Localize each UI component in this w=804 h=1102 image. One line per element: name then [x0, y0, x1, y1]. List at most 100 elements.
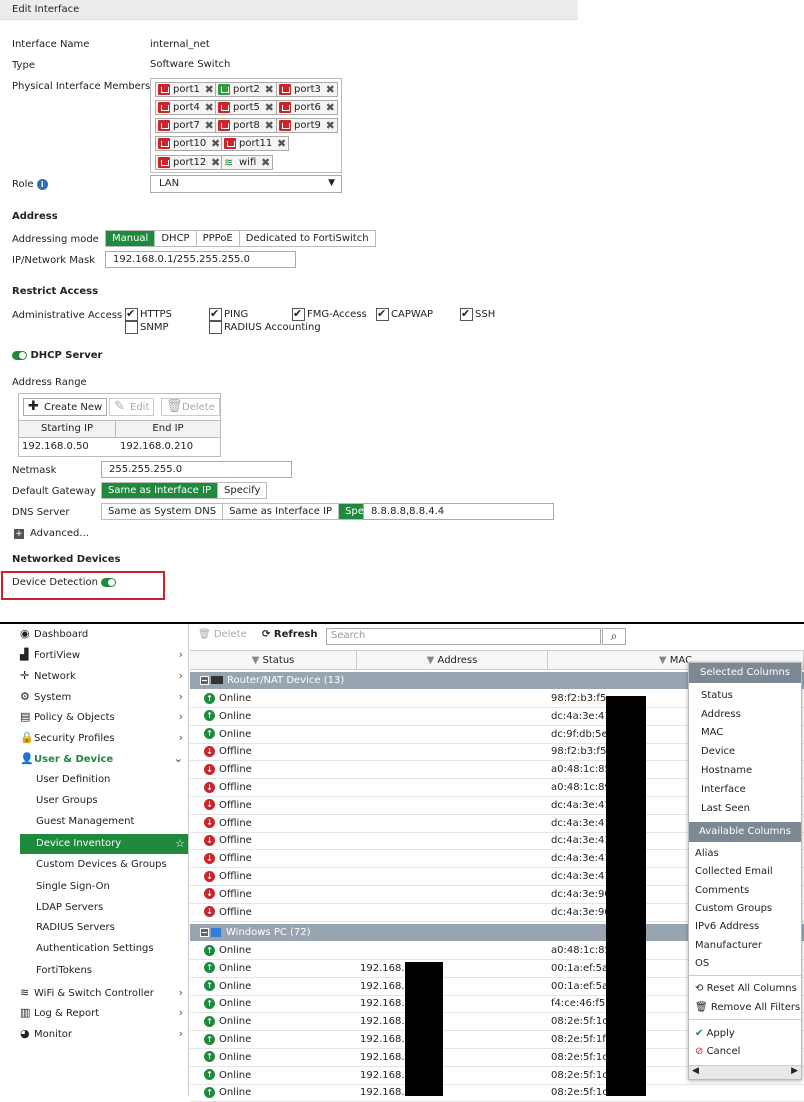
star-icon[interactable]: ☆	[175, 834, 185, 854]
mode-manual[interactable]: Manual	[106, 231, 156, 246]
member-chip[interactable]: port4 ✖	[155, 100, 217, 115]
remove-icon[interactable]: ✖	[205, 101, 214, 114]
toolbar-delete-button[interactable]: 🗑 Delete	[198, 627, 247, 645]
remove-icon[interactable]: ✖	[265, 119, 274, 132]
member-chip[interactable]: port2 ✖	[215, 82, 277, 97]
search-button[interactable]: ⌕	[602, 628, 626, 645]
search-input[interactable]: Search	[326, 628, 601, 645]
selected-column-item[interactable]: Last Seen	[701, 803, 750, 814]
sidebar-item-user-definition[interactable]: User Definition	[36, 770, 188, 790]
mode-dhcp[interactable]: DHCP	[155, 231, 197, 246]
filter-icon[interactable]: ▼	[659, 655, 667, 666]
filter-icon[interactable]: ▼	[427, 655, 435, 666]
sidebar-item-fortitokens[interactable]: FortiTokens	[36, 961, 188, 981]
available-column-item[interactable]: Collected Email	[695, 866, 773, 877]
member-chip[interactable]: port9 ✖	[276, 118, 338, 133]
sidebar-item-wifi-switch[interactable]: ≋ WiFi & Switch Controller ›	[20, 983, 186, 1003]
delete-button[interactable]: 🗑 Delete	[161, 398, 220, 416]
ping-checkbox[interactable]: PING	[209, 307, 248, 321]
remove-icon[interactable]: ✖	[205, 83, 214, 96]
filter-icon[interactable]: ▼	[252, 655, 260, 666]
sidebar-item-dashboard[interactable]: ◉ Dashboard	[20, 624, 186, 644]
selected-column-item[interactable]: Device	[701, 746, 735, 757]
member-chip[interactable]: port10 ✖	[155, 136, 224, 151]
create-new-button[interactable]: ✚ Create New	[23, 398, 108, 416]
dns-same-as-interface[interactable]: Same as Interface IP	[223, 504, 340, 519]
member-chip[interactable]: port1 ✖	[155, 82, 217, 97]
remove-icon[interactable]: ✖	[326, 101, 335, 114]
sidebar-item-monitor[interactable]: ◕ Monitor ›	[20, 1024, 186, 1044]
panel-scrollbar[interactable]: ◀ ▶	[689, 1065, 801, 1079]
members-box[interactable]: port1 ✖ port2 ✖ port3 ✖ port4 ✖ port5 ✖ port6…	[150, 78, 342, 173]
gateway-specify[interactable]: Specify	[218, 483, 267, 498]
member-chip[interactable]: port11 ✖	[221, 136, 290, 151]
dns-same-as-system[interactable]: Same as System DNS	[102, 504, 224, 519]
sidebar-item-user-device[interactable]: 👤User & Device ⌄	[20, 749, 186, 769]
sidebar-item-fortiview[interactable]: ▟ FortiView ›	[20, 645, 186, 665]
sidebar-item-device-inventory[interactable]: Device Inventory ☆	[20, 834, 188, 854]
snmp-checkbox[interactable]: SNMP	[125, 321, 169, 334]
edit-button[interactable]: ✎ Edit	[109, 398, 155, 416]
available-column-item[interactable]: Custom Groups	[695, 903, 772, 914]
advanced-expander[interactable]: + Advanced...	[14, 528, 89, 539]
dns-toggle[interactable]: Same as System DNS Same as Interface IP …	[101, 503, 389, 520]
fmg-access-checkbox[interactable]: FMG-Access	[292, 307, 367, 321]
sidebar-item-log-report[interactable]: ▥ Log & Report ›	[20, 1003, 186, 1023]
ip-mask-input[interactable]: 192.168.0.1/255.255.255.0	[105, 251, 296, 268]
mode-pppoe[interactable]: PPPoE	[196, 231, 240, 246]
scroll-right-icon[interactable]: ▶	[791, 1066, 798, 1076]
remove-icon[interactable]: ✖	[277, 137, 286, 150]
netmask-input[interactable]: 255.255.255.0	[101, 461, 292, 478]
selected-column-item[interactable]: MAC	[701, 727, 723, 738]
remove-filters-button[interactable]: 🗑 Remove All Filters	[695, 1002, 800, 1013]
role-select[interactable]: LAN ▼	[150, 175, 342, 193]
dns-input[interactable]: 8.8.8.8,8.8.4.4	[363, 503, 554, 520]
sidebar-item-guest-management[interactable]: Guest Management	[36, 812, 188, 832]
info-icon[interactable]: i	[36, 179, 48, 190]
ssh-checkbox[interactable]: SSH	[460, 307, 495, 321]
sidebar-item-policy[interactable]: ▤ Policy & Objects ›	[20, 707, 186, 727]
remove-icon[interactable]: ✖	[211, 156, 220, 169]
remove-icon[interactable]: ✖	[261, 156, 270, 169]
member-chip[interactable]: ≋ wifi ✖	[221, 155, 274, 170]
gateway-toggle[interactable]: Same as Interface IP Specify	[101, 482, 268, 499]
available-column-item[interactable]: OS	[695, 958, 709, 969]
collapse-icon[interactable]	[200, 927, 209, 937]
remove-icon[interactable]: ✖	[326, 119, 335, 132]
end-ip-header[interactable]: End IP	[116, 420, 220, 438]
sidebar-item-system[interactable]: ⚙ System ›	[20, 687, 186, 707]
dhcp-toggle[interactable]	[12, 350, 27, 360]
sidebar-item-ldap[interactable]: LDAP Servers	[36, 898, 188, 918]
cancel-button[interactable]: ⊘ Cancel	[695, 1046, 740, 1057]
selected-column-item[interactable]: Address	[701, 709, 741, 720]
member-chip[interactable]: port7 ✖	[155, 118, 217, 133]
capwap-checkbox[interactable]: CAPWAP	[376, 307, 433, 321]
addressing-mode-toggle[interactable]: Manual DHCP PPPoE Dedicated to FortiSwit…	[105, 230, 376, 247]
member-chip[interactable]: port12 ✖	[155, 155, 224, 170]
sidebar-item-radius[interactable]: RADIUS Servers	[36, 918, 188, 938]
member-chip[interactable]: port5 ✖	[215, 100, 277, 115]
remove-icon[interactable]: ✖	[265, 83, 274, 96]
starting-ip-header[interactable]: Starting IP	[19, 420, 116, 438]
available-column-item[interactable]: IPv6 Address	[695, 921, 759, 932]
selected-column-item[interactable]: Interface	[701, 784, 746, 795]
https-checkbox[interactable]: HTTPS	[125, 307, 172, 321]
column-header-address[interactable]: ▼ Address	[357, 650, 548, 670]
remove-icon[interactable]: ✖	[265, 101, 274, 114]
selected-column-item[interactable]: Hostname	[701, 765, 752, 776]
member-chip[interactable]: port6 ✖	[276, 100, 338, 115]
sidebar-item-custom-devices[interactable]: Custom Devices & Groups	[36, 855, 188, 875]
remove-icon[interactable]: ✖	[211, 137, 220, 150]
scroll-left-icon[interactable]: ◀	[692, 1066, 699, 1076]
member-chip[interactable]: port8 ✖	[215, 118, 277, 133]
sidebar-item-user-groups[interactable]: User Groups	[36, 791, 188, 811]
remove-icon[interactable]: ✖	[205, 119, 214, 132]
radius-accounting-checkbox[interactable]: RADIUS Accounting	[209, 321, 321, 334]
apply-button[interactable]: ✔ Apply	[695, 1028, 735, 1039]
sidebar-item-security-profiles[interactable]: 🔒Security Profiles ›	[20, 728, 186, 748]
selected-column-item[interactable]: Status	[701, 690, 733, 701]
available-column-item[interactable]: Alias	[695, 848, 719, 859]
mode-fortiswitch[interactable]: Dedicated to FortiSwitch	[239, 231, 375, 246]
toolbar-refresh-button[interactable]: ⟳ Refresh	[262, 627, 318, 645]
sidebar-item-auth-settings[interactable]: Authentication Settings	[36, 939, 188, 959]
